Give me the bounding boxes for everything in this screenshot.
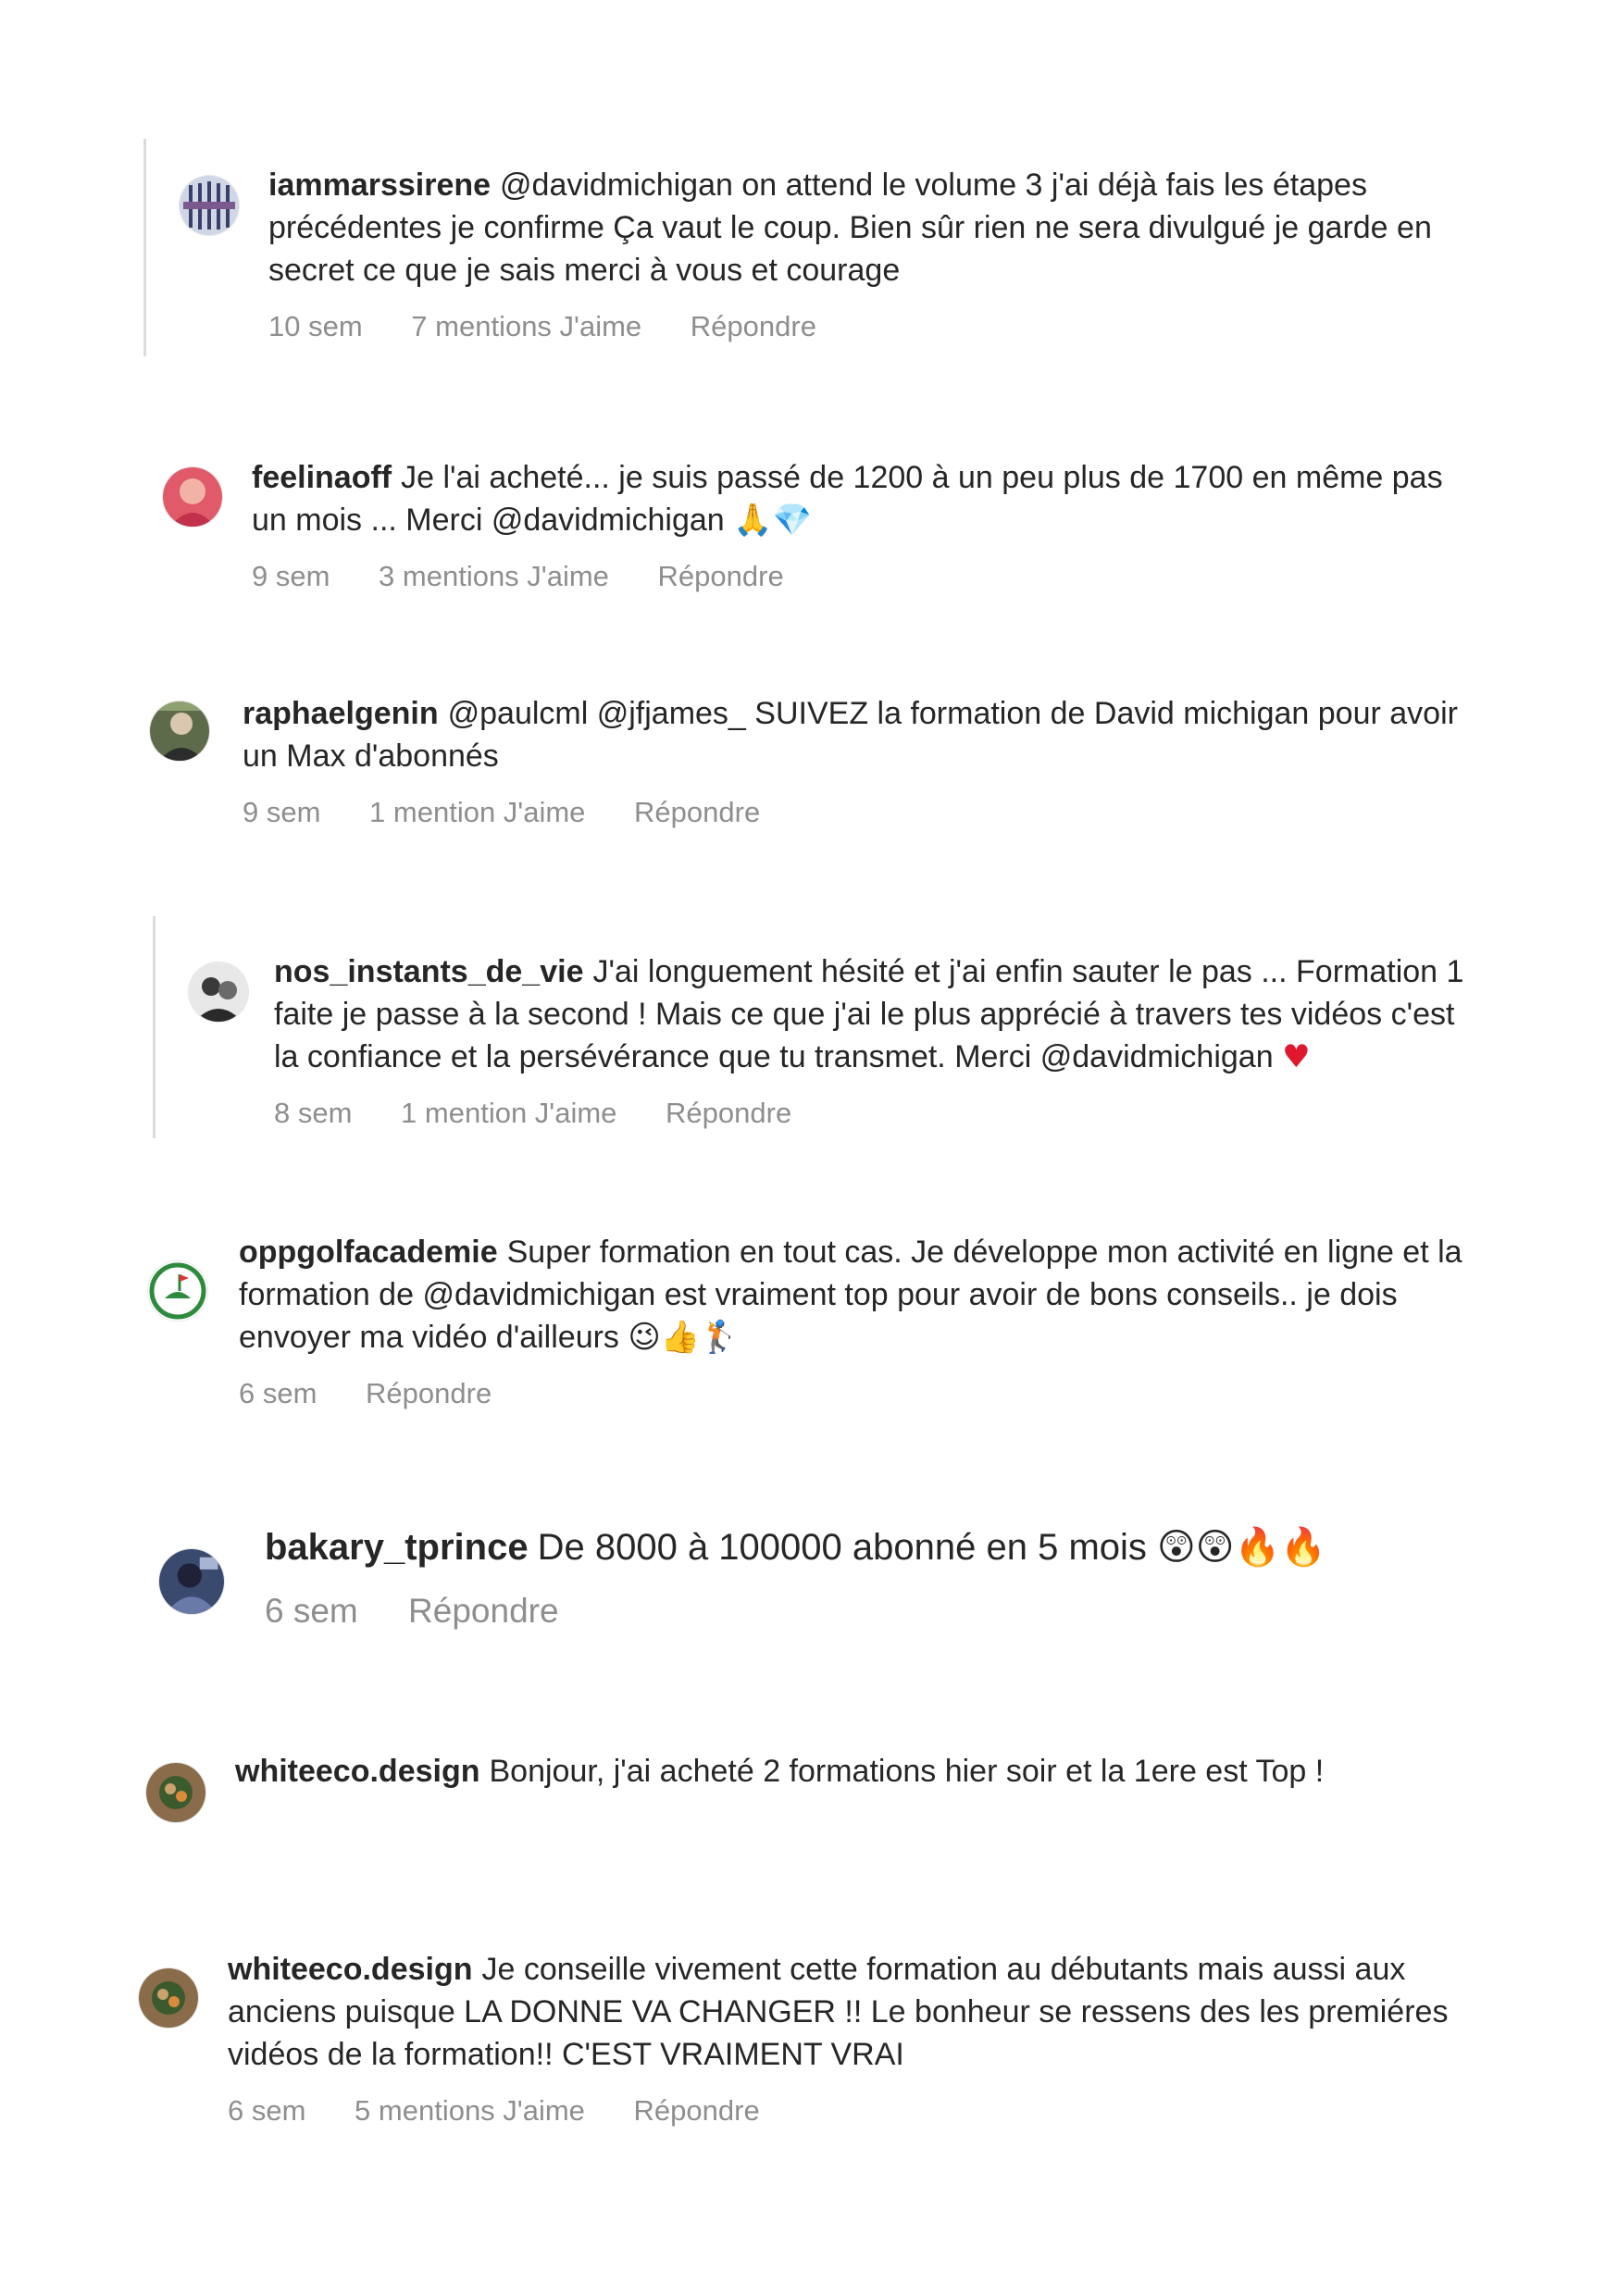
comment-timestamp[interactable]: 6 sem	[228, 2094, 305, 2127]
comment-text: oppgolfacademie Super formation en tout c…	[239, 1231, 1488, 1359]
comment-text: whiteeco.design Je conseille vivement cet…	[228, 1948, 1487, 2076]
reply-button[interactable]: Répondre	[658, 560, 784, 592]
reply-button[interactable]: Répondre	[366, 1377, 492, 1409]
avatar[interactable]	[189, 962, 248, 1022]
comment-text: feelinaoff Je l'ai acheté... je suis pass…	[252, 456, 1483, 541]
comment-body: whiteeco.design Bonjour, j'ai acheté 2 fo…	[235, 1750, 1485, 1793]
username-link[interactable]: raphaelgenin	[243, 696, 439, 731]
comment-text: nos_instants_de_vie J'ai longuement hésit…	[274, 950, 1477, 1078]
comment-body: nos_instants_de_vie J'ai longuement hésit…	[274, 950, 1477, 1130]
likes-count[interactable]: 1 mention J'aime	[401, 1097, 616, 1129]
username-link[interactable]: whiteeco.design	[235, 1754, 480, 1789]
comment-message: De 8000 à 100000 abonné en 5 mois	[537, 1527, 1147, 1568]
heart-emoji-icon: ♥	[1282, 1038, 1311, 1075]
likes-count[interactable]: 5 mentions J'aime	[355, 2094, 585, 2127]
avatar[interactable]	[146, 1763, 205, 1822]
comment-meta: 9 sem 3 mentions J'aime Répondre	[252, 560, 1483, 593]
golfer-emoji-icon: 🏌	[700, 1319, 740, 1356]
likes-count[interactable]: 7 mentions J'aime	[411, 310, 641, 342]
avatar[interactable]	[139, 1968, 198, 2028]
likes-count[interactable]: 3 mentions J'aime	[379, 560, 609, 592]
comment-timestamp[interactable]: 9 sem	[243, 796, 320, 828]
comment: iammarssirene @davidmichigan on attend le…	[143, 139, 1488, 356]
username-link[interactable]: iammarssirene	[268, 168, 491, 203]
comment-meta: 6 sem Répondre	[265, 1592, 1487, 1631]
comment-timestamp[interactable]: 8 sem	[274, 1097, 352, 1129]
astonished-emoji-icon: 😲	[1195, 1526, 1235, 1569]
avatar[interactable]	[180, 176, 239, 235]
comment-body: bakary_tprince De 8000 à 100000 abonné en…	[265, 1523, 1487, 1631]
wink-emoji-icon: 😉	[628, 1319, 661, 1356]
username-link[interactable]: oppgolfacademie	[239, 1235, 498, 1270]
comment-meta: 10 sem 7 mentions J'aime Répondre	[268, 310, 1472, 343]
comment-body: oppgolfacademie Super formation en tout c…	[239, 1231, 1488, 1410]
comment-body: whiteeco.design Je conseille vivement cet…	[228, 1948, 1487, 2128]
reply-button[interactable]: Répondre	[666, 1097, 791, 1129]
comment-text: raphaelgenin @paulcml @jfjames_ SUIVEZ la…	[243, 692, 1483, 777]
avatar[interactable]	[163, 467, 222, 527]
fire-emoji-icon: 🔥	[1234, 1526, 1281, 1569]
username-link[interactable]: whiteeco.design	[228, 1952, 473, 1987]
reply-button[interactable]: Répondre	[691, 310, 816, 342]
thumbs-up-emoji-icon: 👍	[660, 1319, 701, 1356]
reply-button[interactable]: Répondre	[634, 2094, 760, 2127]
comment-body: iammarssirene @davidmichigan on attend le…	[268, 164, 1472, 343]
comment-text: bakary_tprince De 8000 à 100000 abonné en…	[265, 1523, 1487, 1571]
username-link[interactable]: feelinaoff	[252, 460, 392, 495]
comment-body: feelinaoff Je l'ai acheté... je suis pass…	[252, 456, 1483, 593]
avatar[interactable]	[148, 1261, 207, 1321]
comment-timestamp[interactable]: 6 sem	[239, 1377, 317, 1409]
likes-count[interactable]: 1 mention J'aime	[369, 796, 585, 828]
fire-emoji-icon: 🔥	[1280, 1526, 1327, 1569]
reply-button[interactable]: Répondre	[634, 796, 760, 828]
comment-timestamp[interactable]: 6 sem	[265, 1592, 358, 1630]
comment-meta: 9 sem 1 mention J'aime Répondre	[243, 796, 1483, 829]
comment: feelinaoff Je l'ai acheté... je suis pass…	[139, 449, 1490, 606]
comment-text: whiteeco.design Bonjour, j'ai acheté 2 fo…	[235, 1750, 1485, 1793]
comment: whiteeco.design Je conseille vivement cet…	[139, 1948, 1490, 2152]
gem-emoji-icon: 💎	[772, 502, 812, 539]
comment-message: Bonjour, j'ai acheté 2 formations hier s…	[489, 1754, 1325, 1789]
comment-text: iammarssirene @davidmichigan on attend le…	[268, 164, 1472, 292]
comment-meta: 6 sem Répondre	[239, 1377, 1488, 1410]
username-link[interactable]: bakary_tprince	[265, 1527, 529, 1568]
comment: bakary_tprince De 8000 à 100000 abonné en…	[139, 1518, 1490, 1666]
comment: oppgolfacademie Super formation en tout c…	[139, 1231, 1490, 1434]
comment-meta: 8 sem 1 mention J'aime Répondre	[274, 1097, 1477, 1130]
comment-timestamp[interactable]: 9 sem	[252, 560, 330, 592]
pray-emoji-icon: 🙏	[733, 502, 773, 539]
astonished-emoji-icon: 😲	[1157, 1526, 1196, 1569]
comment: raphaelgenin @paulcml @jfjames_ SUIVEZ la…	[139, 685, 1490, 842]
reply-button[interactable]: Répondre	[408, 1592, 559, 1630]
avatar[interactable]	[159, 1549, 224, 1614]
comment-timestamp[interactable]: 10 sem	[268, 310, 363, 342]
avatar[interactable]	[150, 701, 209, 761]
comment: nos_instants_de_vie J'ai longuement hésit…	[153, 916, 1488, 1138]
comment: whiteeco.design Bonjour, j'ai acheté 2 fo…	[139, 1744, 1490, 1846]
comment-message: Je l'ai acheté... je suis passé de 1200 …	[252, 460, 1443, 538]
username-link[interactable]: nos_instants_de_vie	[274, 954, 583, 989]
comment-meta: 6 sem 5 mentions J'aime Répondre	[228, 2094, 1487, 2128]
comment-body: raphaelgenin @paulcml @jfjames_ SUIVEZ la…	[243, 692, 1483, 829]
